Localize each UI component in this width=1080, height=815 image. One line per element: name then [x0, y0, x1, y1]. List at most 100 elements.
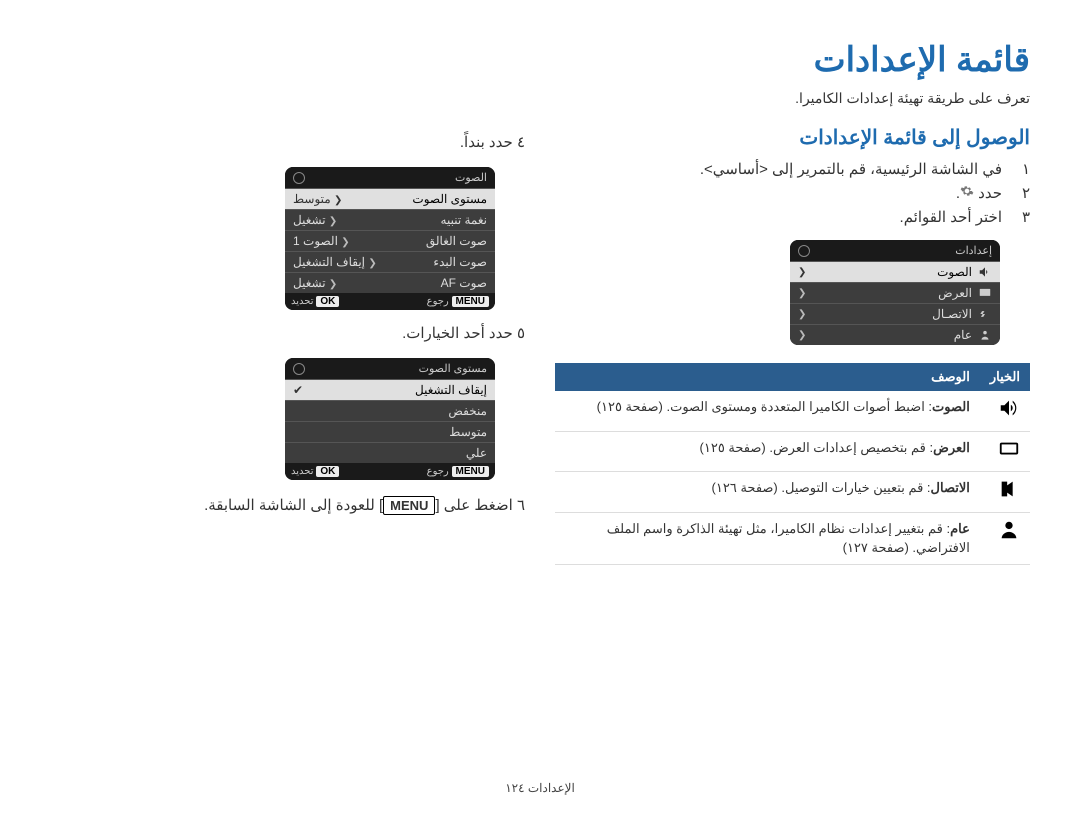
- row-label: صوت البدء: [433, 255, 487, 269]
- footer-back: رجوع: [427, 466, 449, 477]
- step-text: في الشاشة الرئيسية، قم بالتمرير إلى <أسا…: [700, 160, 1002, 178]
- option-desc: : اضبط أصوات الكاميرا المتعددة ومستوى ال…: [597, 399, 932, 414]
- row-value: الصوت 1: [293, 234, 338, 248]
- volume-row-low: منخفض: [285, 400, 495, 421]
- table-cell: الاتصال: قم بتعيين خيارات التوصيل. (صفحة…: [555, 472, 980, 513]
- row-label: الاتصـال: [932, 307, 972, 321]
- step-number: ٥: [517, 325, 525, 342]
- steps-right: ١ في الشاشة الرئيسية، قم بالتمرير إلى <أ…: [555, 160, 1030, 226]
- table-cell: العرض: قم بتخصيص إعدادات العرض. (صفحة ١٢…: [555, 431, 980, 472]
- menu-key-icon: MENU: [452, 466, 489, 477]
- footer-set: تحديد: [291, 466, 314, 477]
- option-label: عام: [950, 521, 970, 536]
- step-text: اختر أحد القوائم.: [900, 208, 1002, 226]
- row-label: صوت AF: [441, 276, 487, 290]
- row-label: إيقاف التشغيل: [415, 383, 487, 397]
- gear-icon: [960, 184, 974, 198]
- battery-icon: [293, 172, 305, 184]
- chevron-left-icon: ❮: [798, 309, 806, 320]
- step-text: حدد ‎.: [956, 184, 1002, 202]
- step-text: حدد بنداً.: [460, 134, 513, 151]
- volume-row-off: إيقاف التشغيل ✔: [285, 379, 495, 400]
- menu-key-icon: MENU: [452, 296, 489, 307]
- option-desc: : قم بتغيير إعدادات نظام الكاميرا، مثل ت…: [607, 521, 970, 556]
- row-label: متوسط: [449, 425, 487, 439]
- step-text: حدد أحد الخيارات.: [402, 325, 513, 342]
- row-value: متوسط: [293, 192, 331, 206]
- cam-title: إعدادات: [955, 244, 992, 257]
- step-number: ٣: [1012, 208, 1030, 226]
- camera-footer: MENU رجوع OK تحديد: [285, 463, 495, 480]
- step-text-before: اضغط على [: [435, 497, 512, 514]
- person-icon: [998, 519, 1020, 541]
- row-label: عام: [954, 328, 972, 342]
- row-value: تشغيل: [293, 276, 326, 290]
- step-number: ٢: [1012, 184, 1030, 202]
- battery-icon: [798, 245, 810, 257]
- chevron-left-icon: ❮: [368, 258, 376, 269]
- left-column: ٤ حدد بنداً. الصوت مستوى الصوت ❮ متوسط ن…: [50, 125, 525, 565]
- display-icon: [978, 286, 992, 300]
- camera-sound-menu: الصوت مستوى الصوت ❮ متوسط نغمة تنبيه ❮ ت…: [285, 167, 495, 310]
- row-label: علي: [466, 446, 487, 460]
- option-desc: : قم بتعيين خيارات التوصيل. (صفحة ١٢٦): [712, 480, 931, 495]
- menu-row-connection: الاتصـال ❮: [790, 303, 1000, 324]
- step-number: ٤: [517, 134, 525, 151]
- row-label: صوت الغالق: [426, 234, 487, 248]
- chevron-left-icon: ❮: [329, 216, 337, 227]
- option-label: الصوت: [932, 399, 970, 414]
- volume-row-medium: متوسط: [285, 421, 495, 442]
- volume-row-high: علي: [285, 442, 495, 463]
- options-table: الخيار الوصف الصوت: اضبط أصوات الكاميرا …: [555, 363, 1030, 565]
- ok-key-icon: OK: [316, 296, 339, 307]
- display-icon: [998, 438, 1020, 460]
- row-value: تشغيل: [293, 213, 326, 227]
- battery-icon: [293, 363, 305, 375]
- page-footer: الإعدادات ١٢٤: [0, 781, 1080, 795]
- camera-settings-menu: إعدادات الصوت ❮ العرض ❮: [790, 240, 1000, 345]
- menu-row-display: العرض ❮: [790, 282, 1000, 303]
- person-icon: [978, 328, 992, 342]
- chevron-left-icon: ❮: [341, 237, 349, 248]
- row-label: العرض: [938, 286, 972, 300]
- row-value: إيقاف التشغيل: [293, 255, 365, 269]
- sound-row-beep: نغمة تنبيه ❮ تشغيل: [285, 209, 495, 230]
- step-number: ٦: [517, 497, 525, 514]
- menu-row-general: عام ❮: [790, 324, 1000, 345]
- row-label: الصوت: [937, 265, 972, 279]
- row-label: نغمة تنبيه: [441, 213, 487, 227]
- menu-row-sound: الصوت ❮: [790, 261, 1000, 282]
- right-column: الوصول إلى قائمة الإعدادات ١ في الشاشة ا…: [555, 125, 1030, 565]
- step-text-label: حدد: [978, 185, 1002, 202]
- sound-icon: [978, 265, 992, 279]
- cam-title: الصوت: [455, 171, 487, 184]
- table-header-desc: الوصف: [555, 363, 980, 391]
- sound-row-volume: مستوى الصوت ❮ متوسط: [285, 188, 495, 209]
- footer-back: رجوع: [427, 296, 449, 307]
- step-text-after: ] للعودة إلى الشاشة السابقة.: [204, 497, 383, 514]
- sound-row-start: صوت البدء ❮ إيقاف التشغيل: [285, 251, 495, 272]
- step-text: اضغط على [MENU] للعودة إلى الشاشة السابق…: [204, 497, 513, 514]
- camera-footer: MENU رجوع OK تحديد: [285, 293, 495, 310]
- option-label: الاتصال: [931, 480, 970, 495]
- chevron-left-icon: ❮: [798, 288, 806, 299]
- row-label: منخفض: [448, 404, 487, 418]
- chevron-left-icon: ❮: [798, 267, 806, 278]
- sound-row-shutter: صوت الغالق ❮ الصوت 1: [285, 230, 495, 251]
- menu-button-key: MENU: [383, 496, 435, 515]
- table-cell: الصوت: اضبط أصوات الكاميرا المتعددة ومست…: [555, 391, 980, 431]
- page-title: قائمة الإعدادات: [50, 40, 1030, 80]
- ok-key-icon: OK: [316, 466, 339, 477]
- row-label: مستوى الصوت: [412, 192, 487, 206]
- chevron-left-icon: ❮: [334, 195, 342, 206]
- step-number: ١: [1012, 160, 1030, 178]
- section-heading: الوصول إلى قائمة الإعدادات: [555, 125, 1030, 150]
- chevron-left-icon: ❮: [798, 330, 806, 341]
- option-label: العرض: [933, 440, 970, 455]
- connection-icon: [978, 307, 992, 321]
- page-subtitle: تعرف على طريقة تهيئة إعدادات الكاميرا.: [50, 90, 1030, 107]
- option-desc: : قم بتخصيص إعدادات العرض. (صفحة ١٢٥): [700, 440, 934, 455]
- footer-set: تحديد: [291, 296, 314, 307]
- cam-title: مستوى الصوت: [419, 362, 487, 375]
- camera-volume-menu: مستوى الصوت إيقاف التشغيل ✔ منخفض متوسط …: [285, 358, 495, 480]
